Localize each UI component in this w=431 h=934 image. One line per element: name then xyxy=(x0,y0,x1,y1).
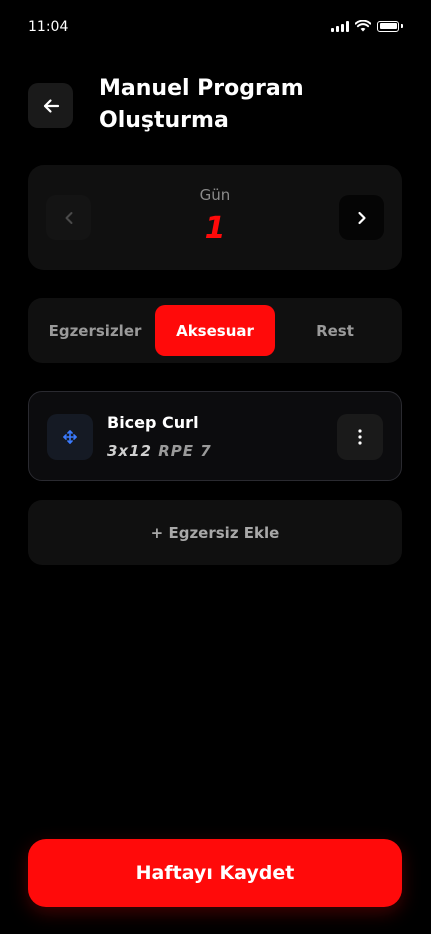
arrow-left-icon xyxy=(43,98,59,113)
exercise-card[interactable]: Bicep Curl 3x12 RPE 7 xyxy=(28,391,402,481)
tab-egzersizler[interactable]: Egzersizler xyxy=(35,305,155,356)
add-exercise-button[interactable]: + Egzersiz Ekle xyxy=(28,500,402,565)
exercise-sets: 3x12 xyxy=(107,442,152,460)
exercise-detail: 3x12 RPE 7 xyxy=(107,442,212,460)
more-options-button[interactable] xyxy=(337,414,383,460)
signal-icon xyxy=(331,20,349,32)
category-tabs: Egzersizler Aksesuar Rest xyxy=(28,298,402,363)
battery-icon xyxy=(377,20,399,32)
status-bar: 11:04 xyxy=(0,0,431,56)
chevron-right-icon xyxy=(357,211,366,224)
wifi-icon xyxy=(355,20,371,32)
battery-cap xyxy=(401,24,403,28)
next-day-button[interactable] xyxy=(339,195,384,240)
drag-handle[interactable] xyxy=(47,414,93,460)
tab-aksesuar[interactable]: Aksesuar xyxy=(155,305,275,356)
tab-rest[interactable]: Rest xyxy=(275,305,395,356)
more-vertical-icon xyxy=(358,429,362,445)
day-selector: Gün 1 xyxy=(28,165,402,270)
move-icon xyxy=(63,430,77,444)
page-title: Manuel Program Oluşturma xyxy=(99,76,304,133)
save-week-button[interactable]: Haftayı Kaydet xyxy=(28,839,402,907)
status-icons xyxy=(331,20,403,32)
exercise-rpe: RPE 7 xyxy=(158,442,212,460)
status-time: 11:04 xyxy=(28,19,69,35)
back-button[interactable] xyxy=(28,83,73,128)
exercise-name: Bicep Curl xyxy=(107,413,199,432)
